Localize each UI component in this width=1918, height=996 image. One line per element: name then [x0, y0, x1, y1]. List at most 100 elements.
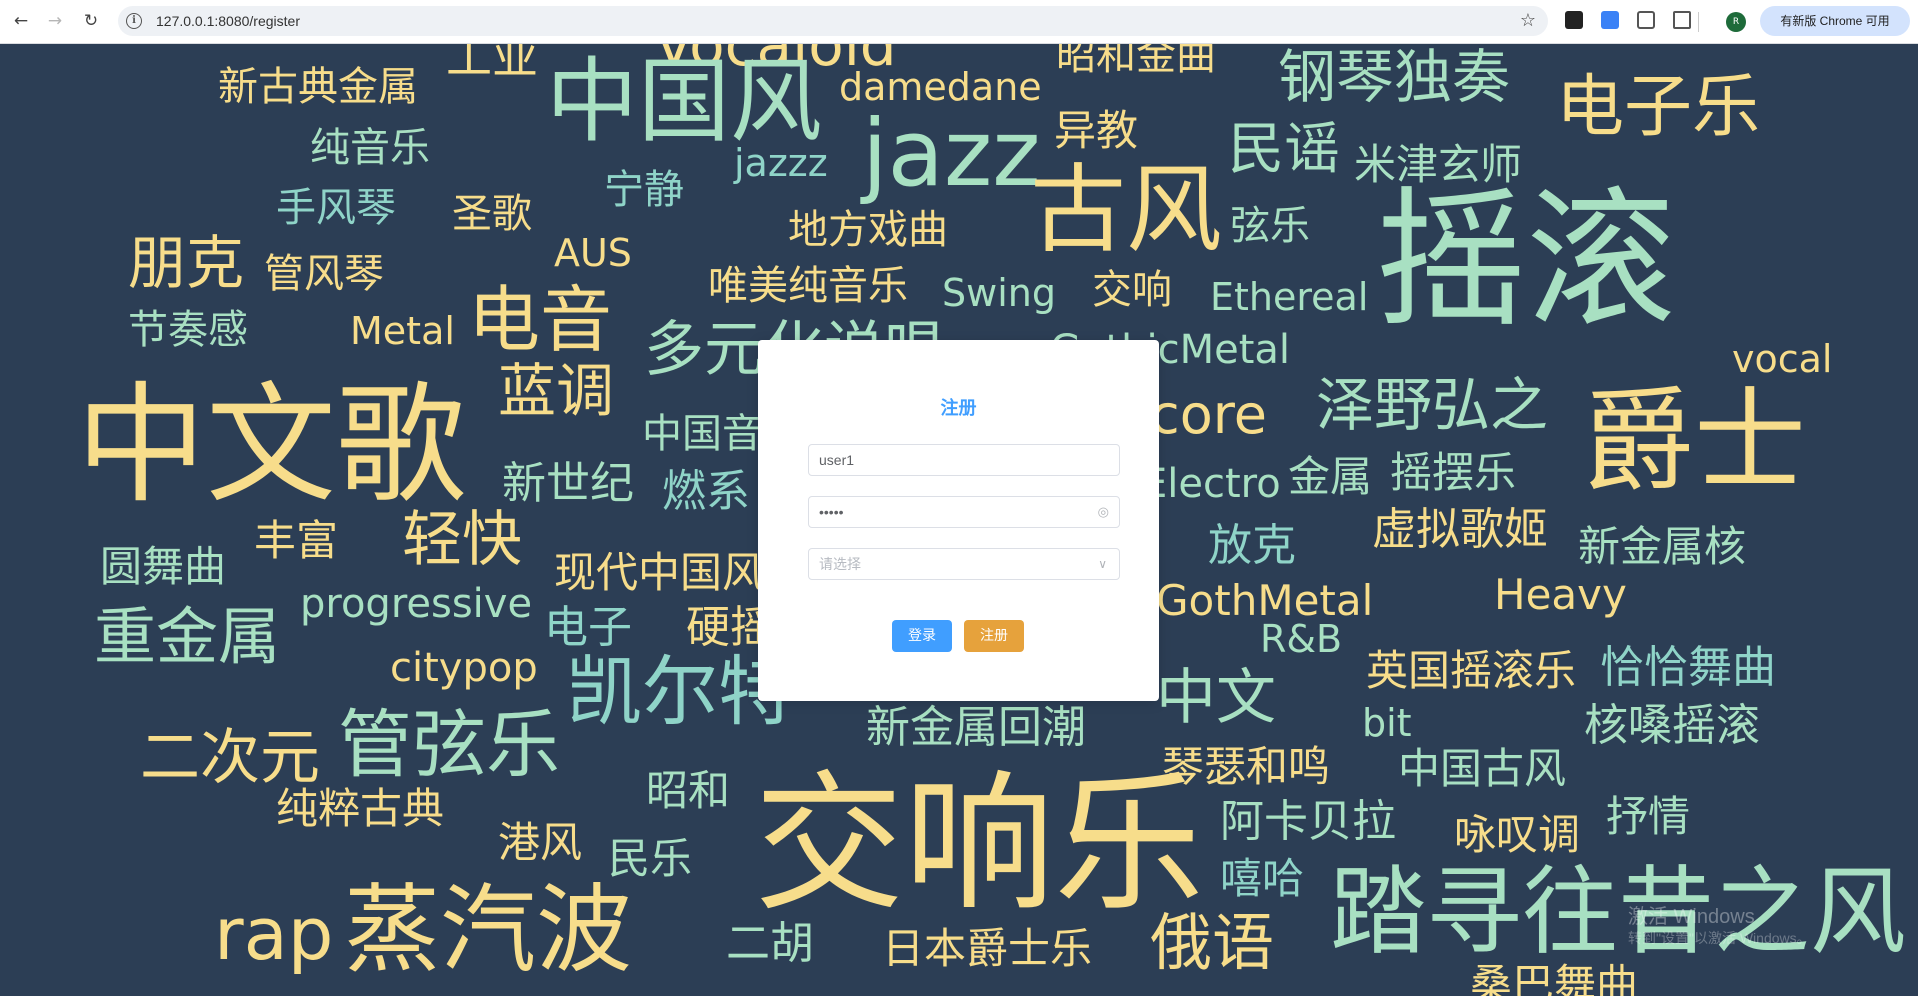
register-button[interactable]: 注册 — [964, 620, 1024, 652]
cloud-word: 蒸汽波 — [344, 874, 632, 986]
browser-toolbar: ← → ↻ i 127.0.0.1:8080/register ☆ R 有新版 … — [0, 0, 1918, 44]
cloud-word: 俄语 — [1150, 906, 1275, 979]
address-bar[interactable]: i 127.0.0.1:8080/register ☆ — [118, 6, 1548, 36]
cloud-word: 中文歌 — [76, 369, 467, 521]
cloud-word: Metal — [350, 309, 455, 353]
cloud-word: 钢琴独奏 — [1278, 44, 1511, 111]
cloud-word: 摇滚 — [1376, 174, 1677, 348]
copy-icon[interactable] — [1637, 11, 1655, 29]
cloud-word: 新古典金属 — [218, 64, 418, 110]
cloud-word: 新世纪 — [502, 458, 634, 509]
cloud-word: 手风琴 — [276, 185, 396, 231]
cloud-word: 昭和 — [646, 766, 731, 815]
reload-icon[interactable]: ↻ — [78, 8, 104, 34]
cloud-word: 阿卡贝拉 — [1220, 796, 1396, 847]
cloud-word: 蓝调 — [498, 357, 615, 425]
cloud-word: 英国摇滚乐 — [1366, 646, 1577, 695]
cloud-word: 核嗓摇滚 — [1584, 700, 1760, 751]
cloud-word: Swing — [942, 271, 1056, 315]
cloud-word: 圣歌 — [452, 191, 532, 237]
cloud-word: jazz — [862, 100, 1041, 207]
cloud-word: 轻快 — [402, 505, 522, 575]
cloud-word: 朋克 — [128, 229, 245, 297]
dialog-title: 注册 — [940, 398, 977, 419]
download-icon[interactable] — [1601, 11, 1619, 29]
address-url[interactable]: 127.0.0.1:8080/register — [156, 6, 300, 36]
cloud-word: 管弦乐 — [338, 702, 560, 788]
profile-avatar[interactable]: R — [1726, 12, 1746, 32]
cloud-word: 丰富 — [254, 516, 339, 565]
cloud-word: 现代中国风 — [554, 548, 765, 597]
register-dialog: 注册 user1 ••••• ◎ 请选择 ∨ 登录 注册 — [758, 340, 1159, 701]
cloud-word: AUS — [554, 231, 632, 275]
cloud-word: citypop — [390, 645, 538, 691]
cloud-word: 放克 — [1208, 520, 1296, 571]
cloud-word: jazzz — [734, 141, 828, 185]
toolbar-divider — [1698, 12, 1699, 32]
cloud-word: vocal — [1732, 337, 1833, 381]
cloud-word: 昭和金曲 — [1056, 44, 1216, 79]
cloud-word: 民谣 — [1228, 117, 1340, 182]
cloud-word: 摇摆乐 — [1390, 448, 1517, 497]
cloud-word: 新金属回潮 — [866, 702, 1086, 753]
login-button[interactable]: 登录 — [892, 620, 952, 652]
cloud-word: R&B — [1260, 617, 1343, 661]
cloud-word: Ethereal — [1210, 275, 1369, 319]
chrome-update-button[interactable]: 有新版 Chrome 可用 — [1760, 6, 1910, 36]
cloud-word: 中国音 — [642, 411, 762, 457]
cloud-word: 二次元 — [140, 723, 320, 793]
cloud-word: 纯粹古典 — [276, 784, 445, 833]
chevron-down-icon: ∨ — [1098, 557, 1107, 571]
cloud-word: 电子 — [544, 602, 632, 653]
extension-icon[interactable] — [1565, 11, 1583, 29]
cloud-word: 古风 — [1030, 154, 1222, 266]
site-info-icon[interactable]: i — [126, 13, 142, 29]
cloud-word: 交响乐 — [754, 758, 1205, 932]
role-select[interactable]: 请选择 ∨ — [808, 548, 1120, 580]
cloud-word: 踏寻往昔之风 — [1330, 856, 1906, 968]
username-input[interactable]: user1 — [808, 444, 1120, 476]
cloud-word: 纯音乐 — [310, 125, 430, 171]
cloud-word: 管风琴 — [264, 251, 384, 297]
cloud-word: 电音 — [468, 278, 613, 362]
cloud-word: 节奏感 — [128, 307, 248, 353]
cloud-word: 燃系 — [662, 466, 750, 517]
cloud-word: 中国风 — [546, 48, 823, 155]
cloud-word: 圆舞曲 — [100, 542, 227, 591]
cloud-word: 异教 — [1054, 106, 1139, 155]
cloud-word: 电子乐 — [1556, 68, 1761, 147]
cloud-word: core — [1150, 383, 1267, 446]
bookmark-star-icon[interactable]: ☆ — [1520, 6, 1536, 36]
cloud-word: 泽野弘之 — [1316, 371, 1549, 439]
cloud-word: progressive — [300, 581, 533, 627]
cloud-word: 中国古风 — [1398, 744, 1567, 793]
cloud-word: Heavy — [1494, 570, 1627, 619]
cloud-word: 新金属核 — [1578, 522, 1747, 571]
cloud-word: 港风 — [498, 818, 583, 867]
cloud-word: 桑巴舞曲 — [1470, 960, 1639, 996]
password-input[interactable]: ••••• ◎ — [808, 496, 1120, 528]
cloud-word: 咏叹调 — [1454, 810, 1581, 859]
password-value: ••••• — [819, 504, 844, 520]
puzzle-extensions-icon[interactable] — [1673, 11, 1691, 29]
cloud-word: 爵士 — [1582, 377, 1806, 507]
cloud-word: rap — [214, 892, 334, 976]
cloud-word: 嘻哈 — [1220, 854, 1305, 903]
cloud-word: 交响 — [1092, 267, 1172, 313]
cloud-word: 日本爵士乐 — [882, 924, 1093, 973]
cloud-word: GothMetal — [1156, 576, 1374, 625]
cloud-word: 恰恰舞曲 — [1600, 642, 1776, 693]
select-placeholder: 请选择 — [819, 556, 861, 572]
forward-arrow-icon[interactable]: → — [42, 8, 68, 34]
toggle-visibility-icon[interactable]: ◎ — [1098, 497, 1109, 527]
cloud-word: Electro — [1142, 461, 1281, 507]
cloud-word: 金属 — [1288, 452, 1373, 501]
back-arrow-icon[interactable]: ← — [8, 8, 34, 34]
cloud-word: bit — [1362, 701, 1412, 745]
cloud-word: 唯美纯音乐 — [708, 263, 908, 309]
cloud-word: 二胡 — [726, 918, 814, 969]
cloud-word: 虚拟歌姬 — [1372, 504, 1548, 555]
cloud-word: 弦乐 — [1230, 203, 1310, 249]
cloud-word: 中文 — [1156, 663, 1276, 733]
cloud-word: 抒情 — [1606, 792, 1691, 841]
